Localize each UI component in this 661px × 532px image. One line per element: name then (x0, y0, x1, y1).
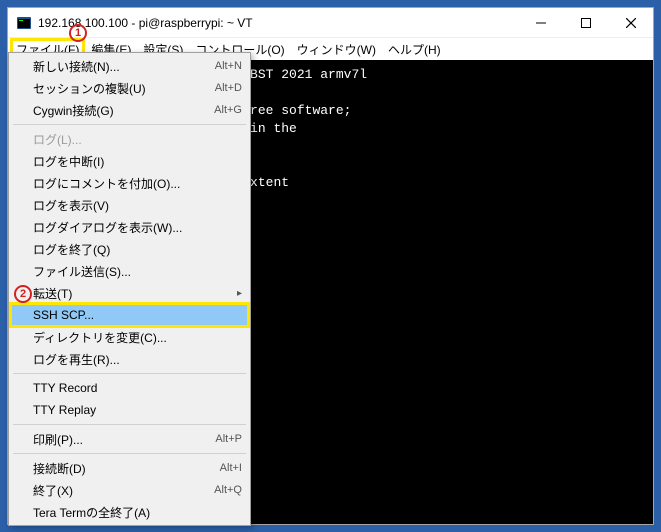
menu-separator (13, 373, 246, 374)
menu-disconnect[interactable]: 接続断(D) Alt+I (11, 457, 248, 479)
menu-window[interactable]: ウィンドウ(W) (291, 39, 382, 60)
menu-log-pause[interactable]: ログを中断(I) (11, 150, 248, 172)
menu-log-replay[interactable]: ログを再生(R)... (11, 348, 248, 370)
menu-transfer[interactable]: 転送(T) (11, 282, 248, 304)
menu-log-comment[interactable]: ログにコメントを付加(O)... (11, 172, 248, 194)
menu-exit[interactable]: 終了(X) Alt+Q (11, 479, 248, 501)
menu-log-dialog[interactable]: ログダイアログを表示(W)... (11, 216, 248, 238)
maximize-button[interactable] (563, 8, 608, 38)
app-icon (16, 15, 32, 31)
menu-new-connection[interactable]: 新しい接続(N)... Alt+N (11, 55, 248, 77)
menu-change-dir[interactable]: ディレクトリを変更(C)... (11, 326, 248, 348)
title-bar: 192.168.100.100 - pi@raspberrypi: ~ VT (8, 8, 653, 38)
menu-duplicate-session[interactable]: セッションの複製(U) Alt+D (11, 77, 248, 99)
menu-separator (13, 453, 246, 454)
menu-tty-replay[interactable]: TTY Replay (11, 399, 248, 421)
menu-cygwin-connection[interactable]: Cygwin接続(G) Alt+G (11, 99, 248, 121)
annotation-callout-1: 1 (69, 24, 87, 42)
menu-separator (13, 124, 246, 125)
menu-print[interactable]: 印刷(P)... Alt+P (11, 428, 248, 450)
menu-ssh-scp[interactable]: SSH SCP... (11, 304, 248, 326)
menu-separator (13, 424, 246, 425)
menu-log-end[interactable]: ログを終了(Q) (11, 238, 248, 260)
menu-help[interactable]: ヘルプ(H) (382, 39, 447, 60)
minimize-button[interactable] (518, 8, 563, 38)
annotation-callout-2: 2 (14, 285, 32, 303)
menu-exit-all[interactable]: Tera Termの全終了(A) (11, 501, 248, 523)
file-menu-dropdown: 新しい接続(N)... Alt+N セッションの複製(U) Alt+D Cygw… (8, 52, 251, 526)
menu-send-file[interactable]: ファイル送信(S)... (11, 260, 248, 282)
menu-log-show[interactable]: ログを表示(V) (11, 194, 248, 216)
close-button[interactable] (608, 8, 653, 38)
menu-tty-record[interactable]: TTY Record (11, 377, 248, 399)
menu-log[interactable]: ログ(L)... (11, 128, 248, 150)
